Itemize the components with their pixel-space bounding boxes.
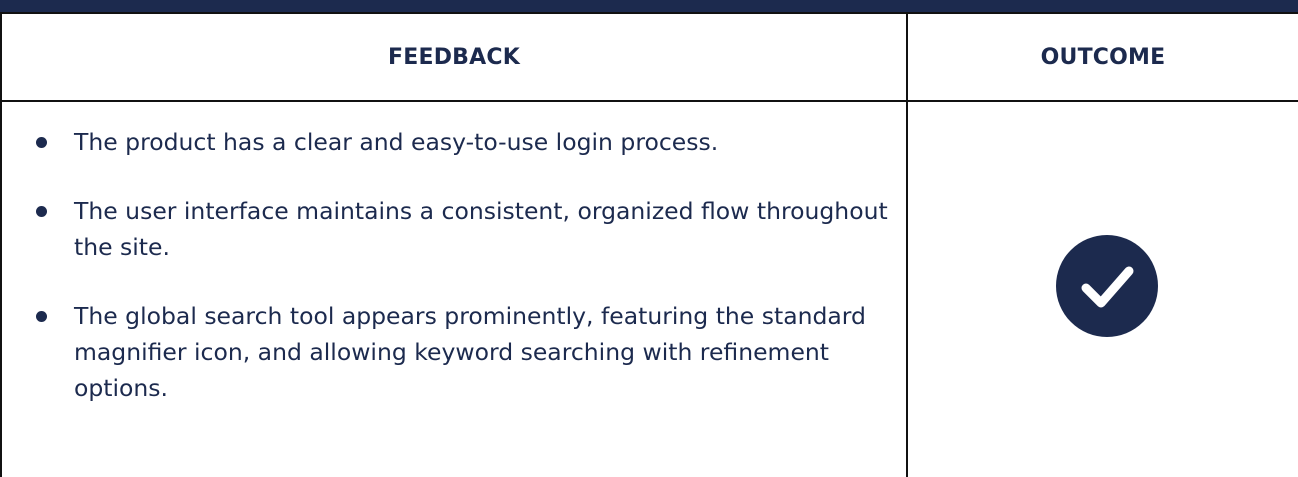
feedback-table: FEEDBACK OUTCOME The product has a clear… (0, 12, 1298, 477)
list-item: The product has a clear and easy-to-use … (36, 124, 894, 160)
checkmark-circle-icon (1056, 235, 1158, 337)
list-item: The global search tool appears prominent… (36, 298, 894, 406)
feedback-text: The user interface maintains a consisten… (74, 197, 888, 261)
table-row: The product has a clear and easy-to-use … (0, 100, 1298, 477)
feedback-cell: The product has a clear and easy-to-use … (0, 100, 908, 477)
outcome-cell (906, 100, 1298, 477)
feedback-list: The product has a clear and easy-to-use … (2, 102, 906, 406)
list-item: The user interface maintains a consisten… (36, 193, 894, 265)
checkmark-icon (1081, 266, 1134, 308)
bullet-icon (36, 311, 47, 322)
header-band (0, 0, 1298, 12)
feedback-document: FEEDBACK OUTCOME The product has a clear… (0, 0, 1298, 477)
feedback-column-header: FEEDBACK (0, 12, 908, 102)
feedback-text: The product has a clear and easy-to-use … (74, 128, 719, 156)
outcome-column-header: OUTCOME (906, 12, 1298, 102)
bullet-icon (36, 206, 47, 217)
feedback-text: The global search tool appears prominent… (74, 302, 866, 402)
bullet-icon (36, 137, 47, 148)
table-header-row: FEEDBACK OUTCOME (0, 12, 1298, 102)
